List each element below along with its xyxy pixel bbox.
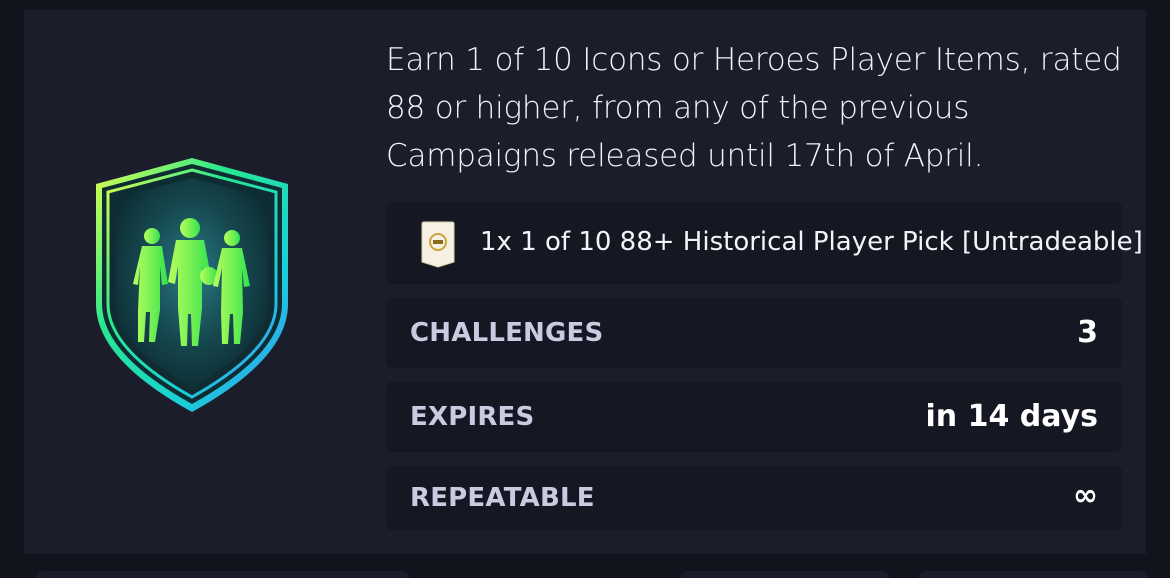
expires-value: in 14 days: [925, 399, 1099, 434]
next-card-edge: [918, 571, 1148, 578]
repeatable-value: ∞: [1073, 478, 1098, 513]
objective-description: Earn 1 of 10 Icons or Heroes Player Item…: [386, 42, 1122, 174]
repeatable-row: REPEATABLE ∞: [386, 466, 1122, 530]
challenges-row: CHALLENGES 3: [386, 298, 1122, 368]
expires-row: EXPIRES in 14 days: [386, 382, 1122, 452]
reward-label: 1x 1 of 10 88+ Historical Player Pick [U…: [480, 227, 1143, 257]
icons-heroes-shield-icon: [96, 158, 288, 412]
reward-row[interactable]: 1x 1 of 10 88+ Historical Player Pick [U…: [386, 202, 1143, 284]
player-pick-pack-icon: [421, 221, 455, 268]
next-card-edge: [36, 571, 410, 578]
sbc-objective-page: Earn 1 of 10 Icons or Heroes Player Item…: [0, 0, 1170, 578]
next-card-edge: [680, 571, 890, 578]
challenges-label: CHALLENGES: [410, 318, 604, 348]
challenges-value: 3: [1077, 315, 1098, 350]
repeatable-label: REPEATABLE: [410, 483, 595, 513]
expires-label: EXPIRES: [410, 402, 535, 432]
